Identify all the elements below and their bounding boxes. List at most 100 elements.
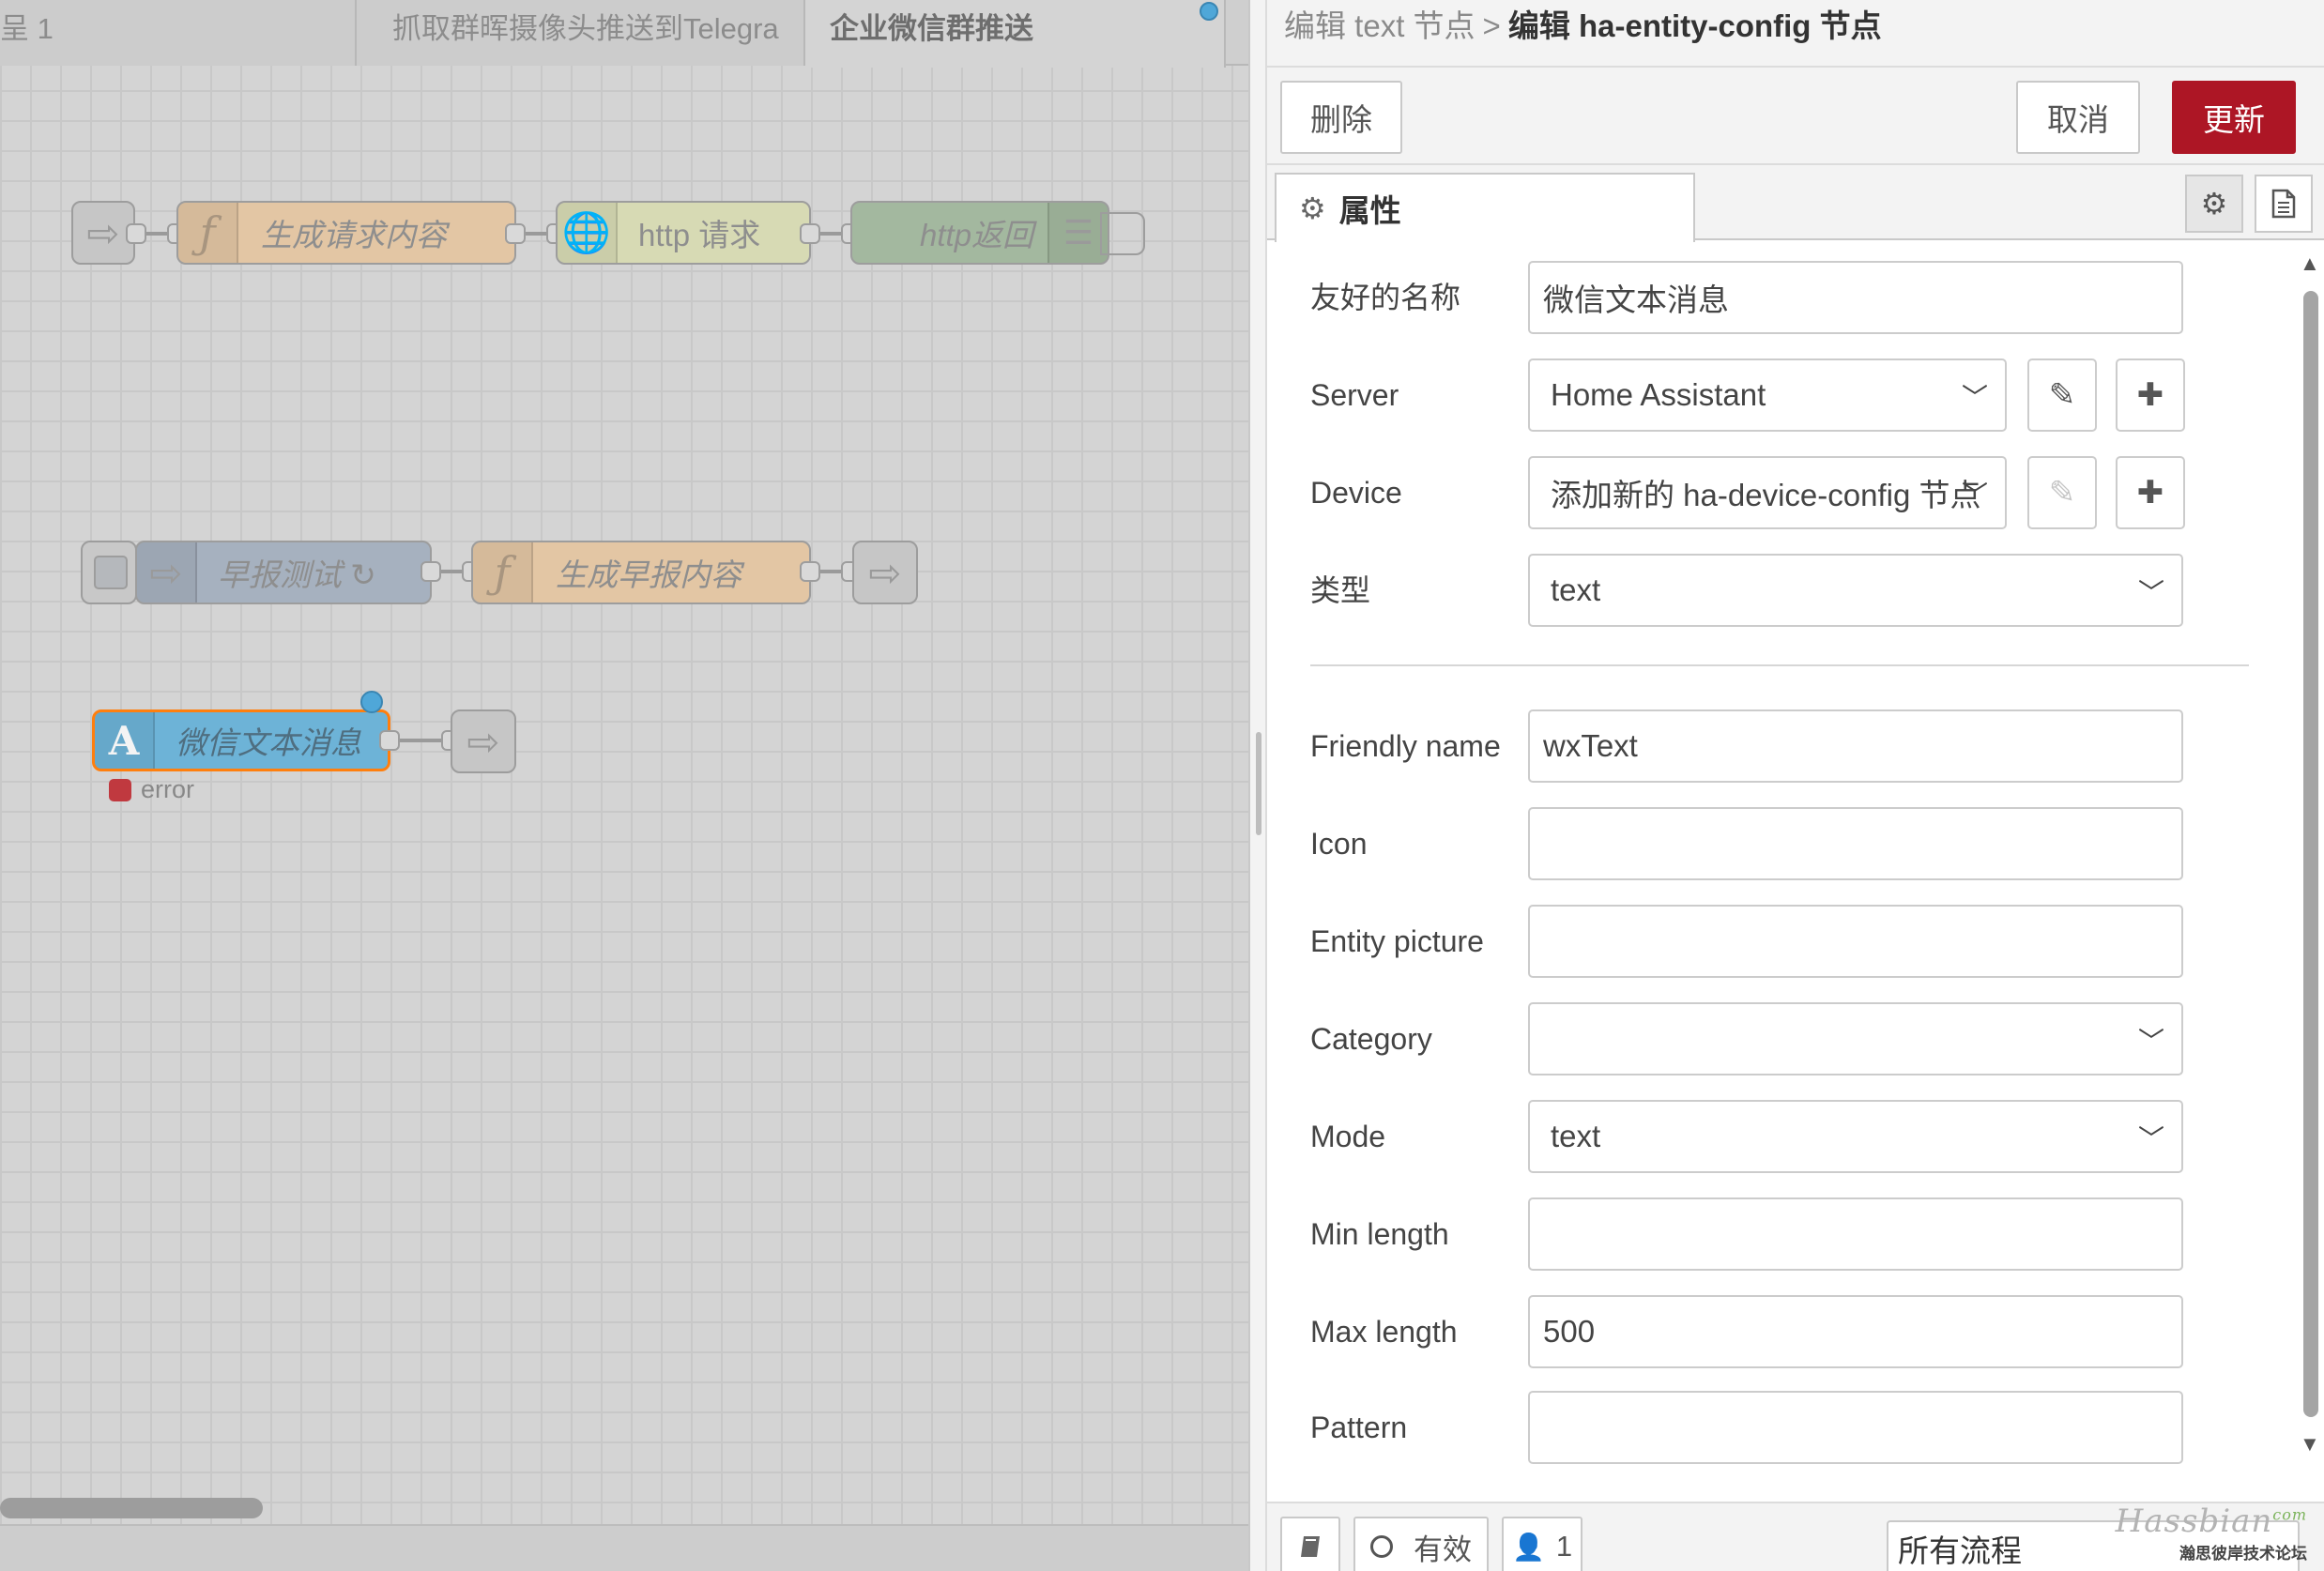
http-response-node[interactable]: http返回 ☰ bbox=[850, 201, 1109, 265]
row-pattern: Pattern bbox=[1267, 1391, 2296, 1464]
flow-scope-value: 所有流程 bbox=[1898, 1533, 2022, 1568]
function-node-gen-morning[interactable]: ƒ 生成早报内容 bbox=[471, 541, 811, 604]
friendly-name-input[interactable] bbox=[1528, 709, 2183, 783]
workspace-tab-bar: 呈 1 抓取群晖摄像头推送到Telegra 企业微信群推送 bbox=[0, 0, 1248, 68]
link-out-icon: ⇨ bbox=[868, 550, 902, 595]
row-device: Device 添加新的 ha-device-config 节点 ﹀ ✎ ✚ bbox=[1267, 456, 2296, 529]
text-node-wx-text[interactable]: A 微信文本消息 bbox=[92, 709, 390, 771]
node-label: http 请求 bbox=[638, 218, 761, 252]
field-label: 类型 bbox=[1310, 573, 1371, 607]
inject-button[interactable] bbox=[81, 541, 137, 604]
pencil-icon: ✎ bbox=[2048, 377, 2076, 413]
properties-form: 友好的名称 Server Home Assistant ﹀ ✎ ✚ Device… bbox=[1267, 240, 2296, 1502]
icon-input[interactable] bbox=[1528, 807, 2183, 880]
changed-indicator-dot bbox=[360, 691, 383, 713]
update-button[interactable]: 更新 bbox=[2172, 81, 2296, 154]
row-friendly-name-zh: 友好的名称 bbox=[1267, 261, 2296, 334]
edit-server-button[interactable]: ✎ bbox=[2027, 358, 2097, 432]
users-button[interactable]: 👤 1 bbox=[1502, 1517, 1582, 1571]
inject-node-morning-test[interactable]: ⇨ 早报测试 ↻ bbox=[135, 541, 432, 604]
pencil-icon: ✎ bbox=[2048, 475, 2076, 511]
tab-synology-telegram[interactable]: 抓取群晖摄像头推送到Telegra bbox=[357, 0, 805, 66]
delete-button[interactable]: 删除 bbox=[1280, 81, 1402, 154]
device-select-value: 添加新的 ha-device-config 节点 bbox=[1551, 478, 1981, 512]
node-label: http返回 bbox=[920, 218, 1034, 252]
row-max-length: Max length bbox=[1267, 1295, 2296, 1368]
list-icon: ☰ bbox=[1047, 203, 1108, 263]
row-icon: Icon bbox=[1267, 807, 2296, 880]
add-server-button[interactable]: ✚ bbox=[2116, 358, 2185, 432]
site-watermark: Hassbiancom 瀚思彼岸技术论坛 bbox=[2116, 1502, 2307, 1563]
tab-label: 呈 1 bbox=[0, 12, 54, 45]
server-select[interactable]: Home Assistant ﹀ bbox=[1528, 358, 2007, 432]
inject-trigger-square[interactable] bbox=[94, 556, 128, 589]
chevron-down-icon: ﹀ bbox=[2137, 1027, 2164, 1056]
flow-workspace[interactable]: 呈 1 抓取群晖摄像头推送到Telegra 企业微信群推送 ⇨ ƒ 生成请求内容… bbox=[0, 0, 1248, 1571]
arrow-right-icon: ⇨ bbox=[137, 542, 197, 602]
function-node-gen-request[interactable]: ƒ 生成请求内容 bbox=[176, 201, 516, 265]
node-label: 生成请求内容 bbox=[261, 218, 447, 252]
watermark-domain: com bbox=[2272, 1505, 2307, 1524]
tab-properties[interactable]: ⚙ 属性 bbox=[1275, 173, 1695, 242]
edit-tray: 编辑 text 节点 > 编辑 ha-entity-config 节点 删除 取消 … bbox=[1267, 0, 2324, 1571]
plus-icon: ✚ bbox=[2136, 377, 2164, 413]
chevron-down-icon: ﹀ bbox=[1961, 383, 1988, 412]
horizontal-scrollbar[interactable] bbox=[0, 1498, 263, 1518]
category-select[interactable]: ﹀ bbox=[1528, 1002, 2183, 1075]
scroll-up-icon[interactable]: ▲ bbox=[2300, 252, 2320, 276]
entity-picture-input[interactable] bbox=[1528, 905, 2183, 978]
add-device-button[interactable]: ✚ bbox=[2116, 456, 2185, 529]
link-in-icon: ⇨ bbox=[86, 210, 120, 255]
output-port[interactable] bbox=[420, 561, 441, 582]
gear-icon[interactable]: ⚙ bbox=[2185, 175, 2243, 233]
output-port[interactable] bbox=[379, 730, 400, 751]
tab-wecom-push[interactable]: 企业微信群推送 bbox=[805, 0, 1226, 68]
scrollbar-thumb[interactable] bbox=[2303, 291, 2318, 1417]
cancel-button[interactable]: 取消 bbox=[2016, 81, 2140, 154]
tray-toolbar: 删除 取消 更新 bbox=[1267, 68, 2324, 165]
users-count: 1 bbox=[1555, 1530, 1573, 1563]
mode-select[interactable]: text ﹀ bbox=[1528, 1100, 2183, 1173]
wire bbox=[146, 232, 167, 236]
output-port[interactable] bbox=[126, 223, 146, 244]
document-icon-svg bbox=[2271, 189, 2296, 219]
debug-toggle[interactable] bbox=[1100, 212, 1145, 255]
http-request-node[interactable]: 🌐 http 请求 bbox=[556, 201, 811, 265]
output-port[interactable] bbox=[505, 223, 526, 244]
watermark-brand: Hassbiancom bbox=[2116, 1502, 2307, 1540]
panel-splitter[interactable] bbox=[1248, 0, 1267, 1571]
row-entity-picture: Entity picture bbox=[1267, 905, 2296, 978]
link-out-node[interactable]: ⇨ bbox=[852, 541, 918, 604]
scroll-down-icon[interactable]: ▼ bbox=[2300, 1432, 2320, 1457]
link-out-icon: ⇨ bbox=[466, 719, 500, 764]
document-icon[interactable] bbox=[2255, 175, 2313, 233]
breadcrumb-current: 编辑 ha-entity-config 节点 bbox=[1507, 8, 1882, 43]
max-length-input[interactable] bbox=[1528, 1295, 2183, 1368]
tab-label: 企业微信群推送 bbox=[830, 12, 1033, 45]
node-label: 生成早报内容 bbox=[556, 557, 742, 592]
type-select[interactable]: text ﹀ bbox=[1528, 554, 2183, 627]
tab-flow-1[interactable]: 呈 1 bbox=[0, 0, 357, 66]
node-status-text: error bbox=[141, 775, 195, 803]
book-icon[interactable] bbox=[1280, 1517, 1340, 1571]
enabled-toggle-button[interactable]: 有效 bbox=[1353, 1517, 1489, 1571]
field-label: Server bbox=[1310, 378, 1399, 412]
output-port[interactable] bbox=[800, 561, 820, 582]
device-select[interactable]: 添加新的 ha-device-config 节点 ﹀ bbox=[1528, 456, 2007, 529]
edit-device-button[interactable]: ✎ bbox=[2027, 456, 2097, 529]
mode-select-value: text bbox=[1551, 1119, 1601, 1153]
output-port[interactable] bbox=[800, 223, 820, 244]
wire bbox=[441, 570, 462, 573]
watermark-tagline: 瀚思彼岸技术论坛 bbox=[2179, 1545, 2307, 1563]
row-type: 类型 text ﹀ bbox=[1267, 554, 2296, 627]
function-icon: ƒ bbox=[473, 542, 533, 602]
pattern-input[interactable] bbox=[1528, 1391, 2183, 1464]
breadcrumb-parent[interactable]: 编辑 text 节点 bbox=[1284, 8, 1475, 43]
field-label: Max length bbox=[1310, 1315, 1458, 1349]
min-length-input[interactable] bbox=[1528, 1197, 2183, 1271]
vertical-scrollbar[interactable]: ▲ ▼ bbox=[2296, 240, 2324, 1502]
splitter-grip[interactable] bbox=[1256, 732, 1261, 835]
link-out-node[interactable]: ⇨ bbox=[451, 709, 516, 773]
friendly-name-zh-input[interactable] bbox=[1528, 261, 2183, 334]
breadcrumb-separator: > bbox=[1482, 8, 1501, 43]
